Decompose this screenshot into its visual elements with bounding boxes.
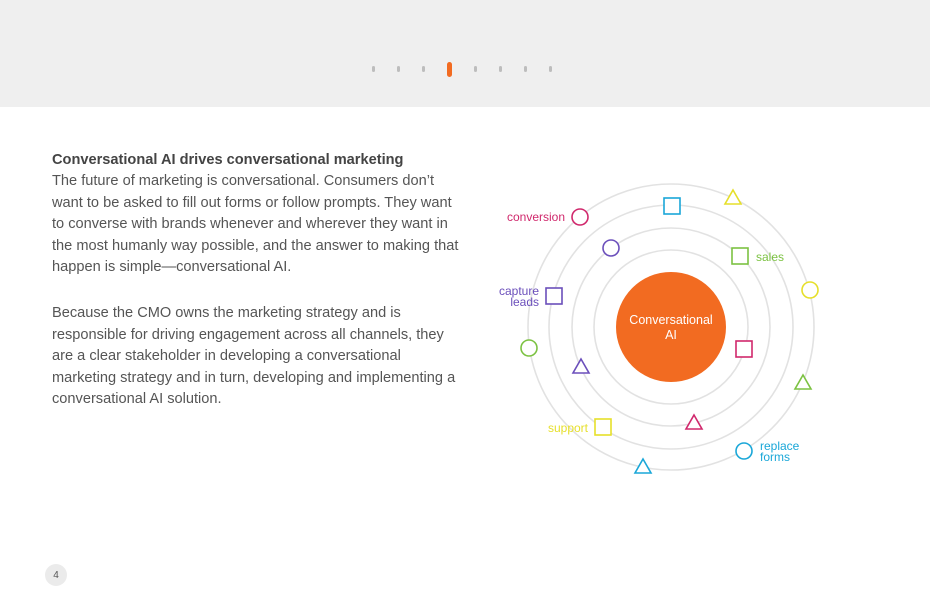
yellow-triangle-icon bbox=[723, 188, 743, 205]
label-support: support bbox=[548, 421, 589, 435]
capture-leads-square-icon bbox=[545, 287, 563, 305]
label-sales: sales bbox=[756, 250, 784, 264]
page-number: 4 bbox=[45, 564, 67, 586]
pagination-dots bbox=[372, 61, 574, 77]
purple-triangle-icon bbox=[571, 357, 591, 374]
sales-square-icon bbox=[731, 247, 749, 265]
center-label-line1: Conversational bbox=[629, 313, 712, 327]
replace-forms-circle-icon bbox=[735, 442, 753, 460]
yellow-circle-icon bbox=[801, 281, 819, 299]
purple-circle-icon bbox=[602, 239, 620, 257]
page-dot-3[interactable] bbox=[422, 66, 425, 72]
green-triangle-icon bbox=[793, 373, 813, 390]
label-leads: leads bbox=[510, 295, 539, 309]
conversion-circle-icon bbox=[571, 208, 589, 226]
label-conversion: conversion bbox=[507, 210, 565, 224]
blue-square-icon bbox=[663, 197, 681, 215]
page-dot-7[interactable] bbox=[524, 66, 527, 72]
center-circle bbox=[616, 272, 726, 382]
center-label-line2: AI bbox=[665, 328, 677, 342]
support-square-icon bbox=[594, 418, 612, 436]
page-dot-5[interactable] bbox=[474, 66, 477, 72]
green-circle-icon bbox=[520, 339, 538, 357]
page-dot-1[interactable] bbox=[372, 66, 375, 72]
page-dot-2[interactable] bbox=[397, 66, 400, 72]
paragraph-1: The future of marketing is conversationa… bbox=[52, 173, 459, 276]
page-dot-4-active[interactable] bbox=[447, 61, 452, 77]
text-content: Conversational AI drives conversational … bbox=[52, 150, 462, 410]
section-heading: Conversational AI drives conversational … bbox=[52, 152, 404, 168]
label-forms: forms bbox=[760, 450, 790, 464]
magenta-square-icon bbox=[735, 340, 753, 358]
top-banner bbox=[0, 0, 930, 107]
page-dot-8[interactable] bbox=[549, 66, 552, 72]
conversational-ai-diagram: Conversational AI conversion sales captu… bbox=[499, 183, 819, 474]
page-dot-6[interactable] bbox=[499, 66, 502, 72]
paragraph-2: Because the CMO owns the marketing strat… bbox=[52, 305, 456, 408]
